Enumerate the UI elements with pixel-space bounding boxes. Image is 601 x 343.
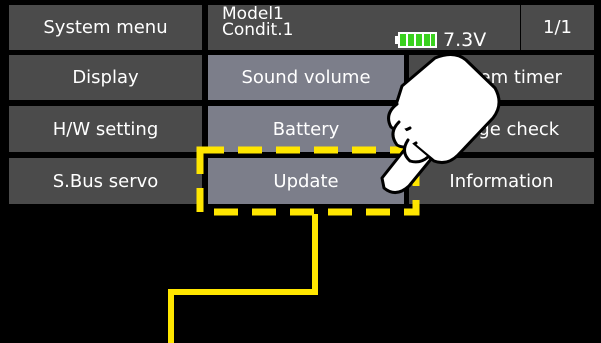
annotation-overlay — [168, 53, 501, 343]
transmitter-screen: System menu Model1 Condit.1 7.3V 1/1 Dis… — [0, 0, 601, 343]
callout-leader-line — [168, 214, 318, 343]
pointing-hand-icon — [380, 53, 501, 194]
